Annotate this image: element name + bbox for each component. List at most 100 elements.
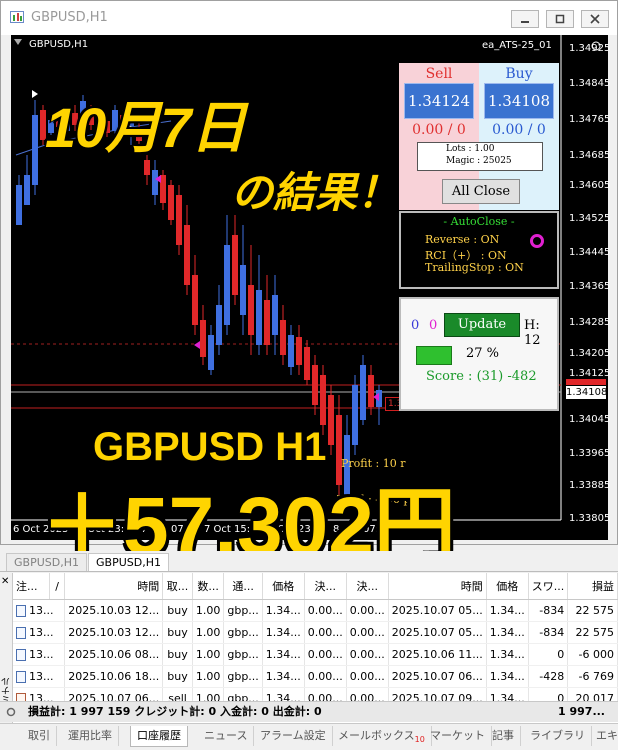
price-tick-label: 1.33965 <box>569 448 611 459</box>
update-button[interactable]: Update <box>444 313 520 337</box>
col-sort[interactable]: / <box>49 573 66 600</box>
order-icon <box>16 671 26 683</box>
terminal-tab-bar: 取引 運用比率 口座履歴 ニュース アラーム設定 メールボックス10 マーケット… <box>0 723 618 750</box>
sell-label: Sell <box>425 66 453 82</box>
tab-trade[interactable]: 取引 <box>22 726 57 746</box>
col-swap[interactable]: スワ... <box>528 573 569 600</box>
sell-pl: 0.00 / 0 <box>412 122 466 138</box>
terminal-panel: ✕ ターミナル 注... / 時間 取... 数... 通... 価格 決...… <box>0 573 618 750</box>
restore-button[interactable] <box>546 10 574 28</box>
table-row[interactable]: 13... 2025.10.06 08... buy 1.00 gbp... 1.34..… <box>13 643 618 666</box>
table-cell: 1.00 <box>192 621 225 644</box>
col-close-time[interactable]: 時間 <box>388 573 487 600</box>
chart-tab-1[interactable]: GBPUSD,H1 <box>6 553 87 571</box>
table-cell: 1.34... <box>486 599 529 622</box>
table-cell: 13... <box>13 621 66 644</box>
all-close-button[interactable]: All Close <box>442 179 520 204</box>
col-profit[interactable]: 損益 <box>567 573 618 600</box>
ea-name-label: ea_ATS-25_01 <box>482 40 552 51</box>
table-cell: 0.00... <box>346 599 389 622</box>
price-tick-label: 1.34205 <box>569 348 611 359</box>
col-open-price[interactable]: 価格 <box>262 573 305 600</box>
cell-order: 13... <box>29 648 54 661</box>
tab-news[interactable]: ニュース <box>198 726 255 746</box>
candle-body <box>288 335 294 367</box>
progress-bar <box>416 346 452 365</box>
magic-line: Magic : 25025 <box>446 156 512 166</box>
table-cell: 1.00 <box>192 665 225 688</box>
candle-body <box>16 185 22 225</box>
tab-library[interactable]: ライブラリ <box>524 726 592 746</box>
trade-arrow-icon <box>32 90 38 98</box>
table-cell: 1.34... <box>262 621 305 644</box>
candle-body <box>240 265 246 315</box>
ask-price-marker <box>566 379 606 385</box>
close-button[interactable] <box>581 10 609 28</box>
buy-pl: 0.00 / 0 <box>492 122 546 138</box>
tab-mailbox[interactable]: メールボックス10 <box>332 726 432 746</box>
lots-magic-box[interactable]: Lots : 1.00 Magic : 25025 <box>417 142 543 171</box>
candle-body <box>176 195 182 245</box>
col-order[interactable]: 注... <box>13 573 51 600</box>
sell-button[interactable]: 1.34124 <box>404 83 474 119</box>
terminal-close-icon[interactable]: ✕ <box>1 576 9 587</box>
candle-body <box>248 285 254 335</box>
autoclose-panel: - AutoClose - Reverse : ON RCI（+） : ON T… <box>399 211 559 289</box>
window-titlebar[interactable]: GBPUSD,H1 <box>1 1 617 35</box>
buy-button[interactable]: 1.34108 <box>484 83 554 119</box>
candle-body <box>352 385 358 445</box>
price-chart[interactable]: GBPUSD,H1 ea_ATS-25_01 1.34925 1.34845 1.3… <box>11 35 611 572</box>
tab-alerts[interactable]: アラーム設定 <box>254 726 333 746</box>
col-close-price[interactable]: 価格 <box>486 573 529 600</box>
candle-body <box>208 335 214 370</box>
table-row[interactable]: 13... 2025.10.06 18... buy 1.00 gbp... 1.34..… <box>13 665 618 688</box>
table-cell: 2025.10.06 08... <box>64 643 164 666</box>
table-cell: 1.34... <box>262 665 305 688</box>
price-tick-label: 1.33885 <box>569 480 611 491</box>
overlay-date-title: 10月7日 <box>45 96 246 159</box>
price-tick-label: 1.34365 <box>569 281 611 292</box>
table-row[interactable]: 13... 2025.10.03 12... buy 1.00 gbp... 1.34..… <box>13 599 618 622</box>
candle-body <box>264 300 270 345</box>
table-cell: 0 <box>528 643 569 666</box>
col-sl[interactable]: 決... <box>304 573 347 600</box>
current-price-label: 1.34108 <box>566 386 608 399</box>
table-cell: -428 <box>528 665 569 688</box>
autoclose-trailing: TrailingStop : ON <box>425 261 524 274</box>
summary-text: 損益計: 1 997 159 クレジット計: 0 入金計: 0 出金計: 0 <box>28 705 322 718</box>
count-magenta: 0 <box>429 318 438 333</box>
table-cell: 1.00 <box>192 643 225 666</box>
minimize-button[interactable] <box>511 10 539 28</box>
tab-articles[interactable]: 記事 <box>486 726 521 746</box>
table-cell: 1.00 <box>192 599 225 622</box>
table-cell: 0.00... <box>304 599 347 622</box>
col-tp[interactable]: 決... <box>346 573 389 600</box>
tab-experts[interactable]: エキ <box>590 726 618 746</box>
table-cell: 2025.10.06 11... <box>388 643 487 666</box>
score-panel: 0 0 Update H: 12 27 % Score : (31) -482 <box>399 297 559 411</box>
table-row[interactable]: 13... 2025.10.03 12... buy 1.00 gbp... 1.34..… <box>13 621 618 644</box>
chart-tab-2[interactable]: GBPUSD,H1 <box>88 553 169 571</box>
col-symbol[interactable]: 通... <box>223 573 263 600</box>
restore-icon <box>555 14 565 24</box>
price-tick-label: 1.34045 <box>569 414 611 425</box>
tab-account-history[interactable]: 口座履歴 <box>130 726 188 747</box>
table-cell: buy <box>162 621 193 644</box>
col-open-time[interactable]: 時間 <box>64 573 164 600</box>
tab-market[interactable]: マーケット <box>424 726 492 746</box>
tab-exposure[interactable]: 運用比率 <box>62 726 119 746</box>
candle-body <box>200 320 206 357</box>
table-cell: 13... <box>13 643 66 666</box>
candle-body <box>32 115 38 185</box>
col-volume[interactable]: 数... <box>192 573 225 600</box>
table-cell: buy <box>162 665 193 688</box>
table-cell: 1.34... <box>262 643 305 666</box>
table-cell: 0.00... <box>304 621 347 644</box>
table-header: 注... / 時間 取... 数... 通... 価格 決... 決... 時間… <box>13 573 618 600</box>
col-type[interactable]: 取... <box>162 573 193 600</box>
close-icon <box>590 14 600 24</box>
summary-right: 1 997... <box>558 705 605 718</box>
table-cell: 13... <box>13 599 66 622</box>
candle-body <box>232 235 238 295</box>
table-cell: 22 575 <box>567 599 618 622</box>
